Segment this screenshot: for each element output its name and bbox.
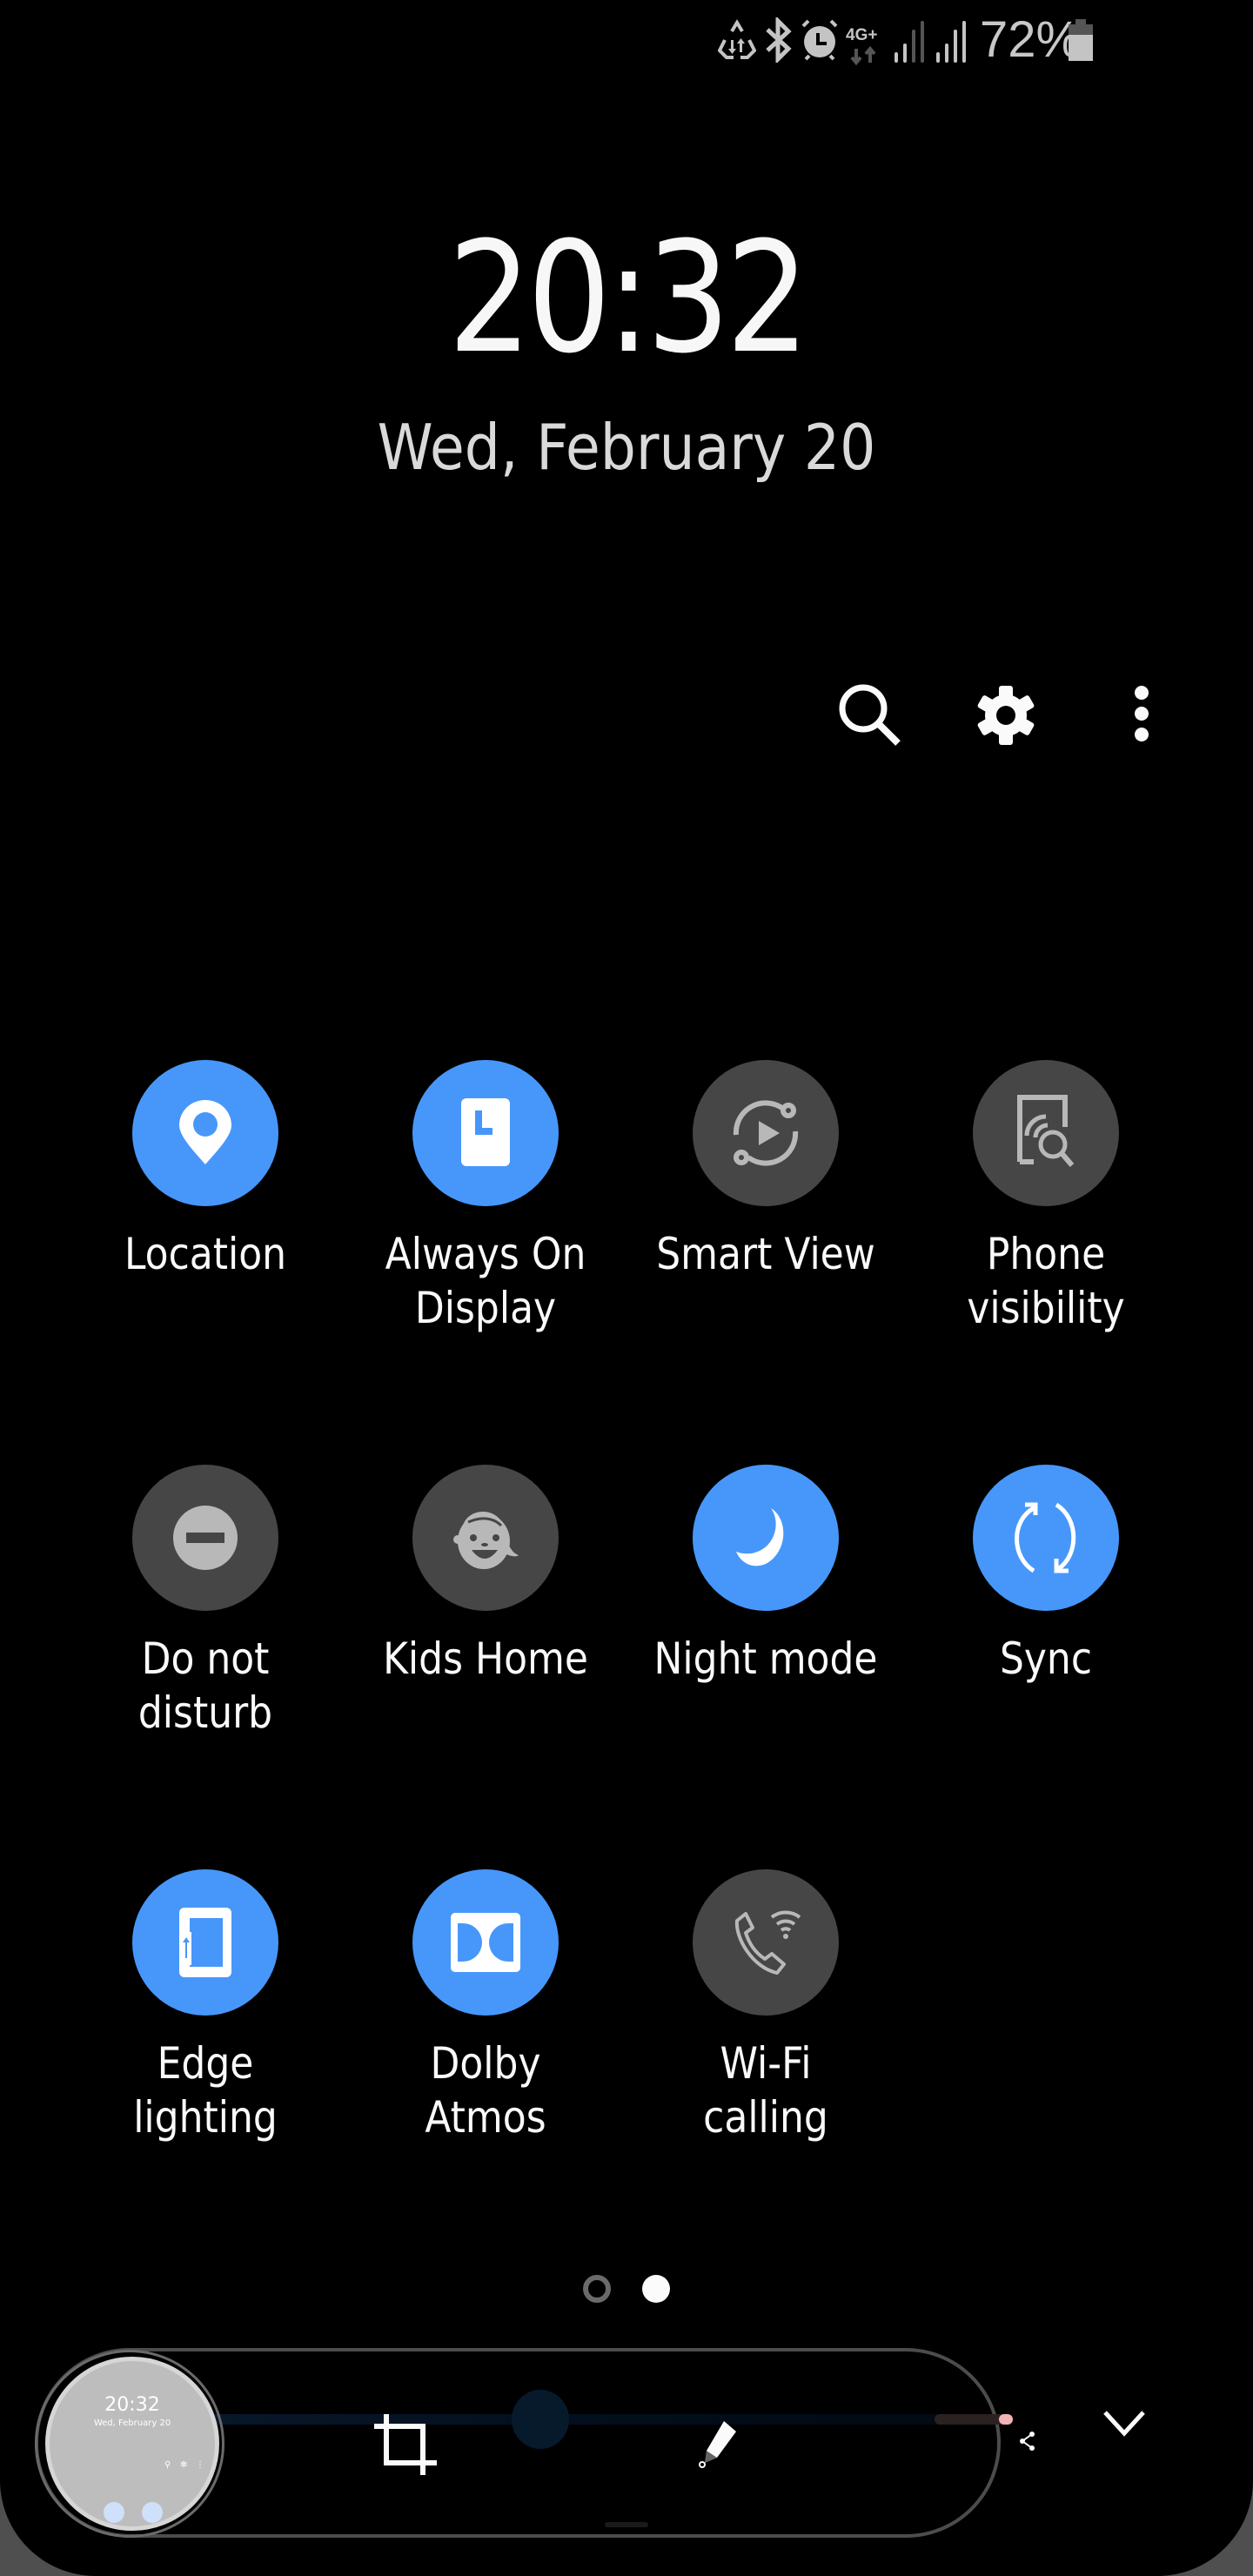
tile-location-toggle[interactable] (132, 1060, 278, 1206)
battery-percentage: 72% (980, 11, 1082, 68)
tile-do-not-disturb-toggle[interactable] (132, 1465, 278, 1611)
draw-icon (699, 2421, 736, 2468)
tile-night-mode-toggle[interactable] (693, 1465, 839, 1611)
share-icon (1020, 2432, 1035, 2451)
tile-kids-home-toggle[interactable] (412, 1465, 559, 1611)
tile-label: Night mode (653, 1633, 878, 1684)
thumbnail-data-icon (142, 2502, 163, 2523)
capture-progress-knob (512, 2390, 569, 2449)
crop-button[interactable] (369, 2409, 442, 2482)
search-button[interactable] (834, 679, 907, 752)
gear-icon (977, 686, 1035, 745)
more-vertical-icon (1135, 686, 1149, 741)
tile-always-on-display-toggle[interactable] (412, 1060, 559, 1206)
capture-progress-track (209, 2414, 1009, 2425)
bluetooth-icon (764, 15, 792, 67)
sync-icon (1015, 1502, 1076, 1573)
lock-date: Wed, February 20 (377, 411, 876, 484)
status-bar: 4G+ 72% (696, 0, 1253, 87)
moon-icon (736, 1506, 788, 1566)
thumbnail-gear-icon: ✻ (180, 2460, 188, 2470)
home-indicator (605, 2522, 648, 2527)
edge-lighting-icon (179, 1908, 231, 1977)
tile-edge-lighting[interactable]: Edge lighting (65, 1869, 345, 2144)
tile-do-not-disturb[interactable]: Do not disturb (65, 1465, 345, 1740)
thumbnail-date: Wed, February 20 (93, 2418, 171, 2428)
more-options-button[interactable] (1105, 679, 1178, 752)
tile-label: Wi-Fi calling (703, 2038, 828, 2143)
tile-night-mode[interactable]: Night mode (626, 1465, 906, 1686)
tile-label: Phone visibility (967, 1229, 1125, 1333)
tile-label: Kids Home (383, 1633, 588, 1684)
tile-phone-visibility[interactable]: Phone visibility (906, 1060, 1186, 1335)
search-icon (839, 684, 901, 746)
location-pin-icon (179, 1100, 231, 1164)
tile-always-on-display[interactable]: Always On Display (345, 1060, 626, 1335)
tile-label: Dolby Atmos (425, 2038, 546, 2143)
lock-clock: 20:32 (447, 209, 810, 387)
tile-smart-view-toggle[interactable] (693, 1060, 839, 1206)
page-indicator-dot-1[interactable] (583, 2275, 611, 2303)
tile-sync-toggle[interactable] (973, 1465, 1119, 1611)
wifi-calling-icon (734, 1910, 801, 1975)
alarm-icon (801, 17, 839, 67)
data-saver-icon (717, 17, 757, 65)
smart-view-icon (733, 1100, 799, 1166)
tile-label: Smart View (656, 1229, 875, 1279)
always-on-display-icon (461, 1098, 510, 1166)
signal-sim1-icon (893, 19, 928, 69)
thumbnail-sound-icon (104, 2502, 124, 2523)
tile-kids-home[interactable]: Kids Home (345, 1465, 626, 1686)
tile-label: Always On Display (385, 1229, 586, 1333)
share-button[interactable] (1015, 2428, 1041, 2454)
draw-button[interactable] (680, 2409, 754, 2482)
tile-phone-visibility-toggle[interactable] (973, 1060, 1119, 1206)
tile-location[interactable]: Location (65, 1060, 345, 1281)
dolby-icon (451, 1913, 520, 1972)
battery-icon (1069, 19, 1093, 67)
collapse-button[interactable] (1088, 2395, 1161, 2451)
tile-wifi-calling[interactable]: Wi-Fi calling (626, 1869, 906, 2144)
phone-visibility-icon (1017, 1095, 1075, 1167)
tile-smart-view[interactable]: Smart View (626, 1060, 906, 1281)
svg-text:4G+: 4G+ (846, 26, 877, 44)
network-4g-plus-icon: 4G+ (846, 24, 884, 72)
thumbnail-more-icon: ⋮ (196, 2460, 204, 2470)
signal-sim2-icon (935, 19, 969, 69)
do-not-disturb-icon (173, 1506, 238, 1570)
collapse-chevron-icon (1103, 2411, 1145, 2437)
tile-label: Edge lighting (133, 2038, 278, 2143)
settings-button[interactable] (969, 679, 1042, 752)
tile-label: Sync (999, 1633, 1093, 1684)
tile-label: Location (124, 1229, 287, 1279)
thumbnail-clock: 20:32 (104, 2394, 160, 2416)
screenshot-thumbnail[interactable]: 20:32 Wed, February 20 ⚲ ✻ ⋮ (45, 2357, 219, 2531)
tile-dolby-atmos-toggle[interactable] (412, 1869, 559, 2016)
tile-label: Do not disturb (137, 1633, 273, 1738)
page-indicator-dot-2-active[interactable] (642, 2275, 670, 2303)
crop-icon (374, 2414, 437, 2475)
tile-dolby-atmos[interactable]: Dolby Atmos (345, 1869, 626, 2144)
tile-sync[interactable]: Sync (906, 1465, 1186, 1686)
tile-wifi-calling-toggle[interactable] (693, 1869, 839, 2016)
tile-edge-lighting-toggle[interactable] (132, 1869, 278, 2016)
thumbnail-search-icon: ⚲ (164, 2460, 171, 2470)
kids-home-icon (453, 1511, 519, 1569)
